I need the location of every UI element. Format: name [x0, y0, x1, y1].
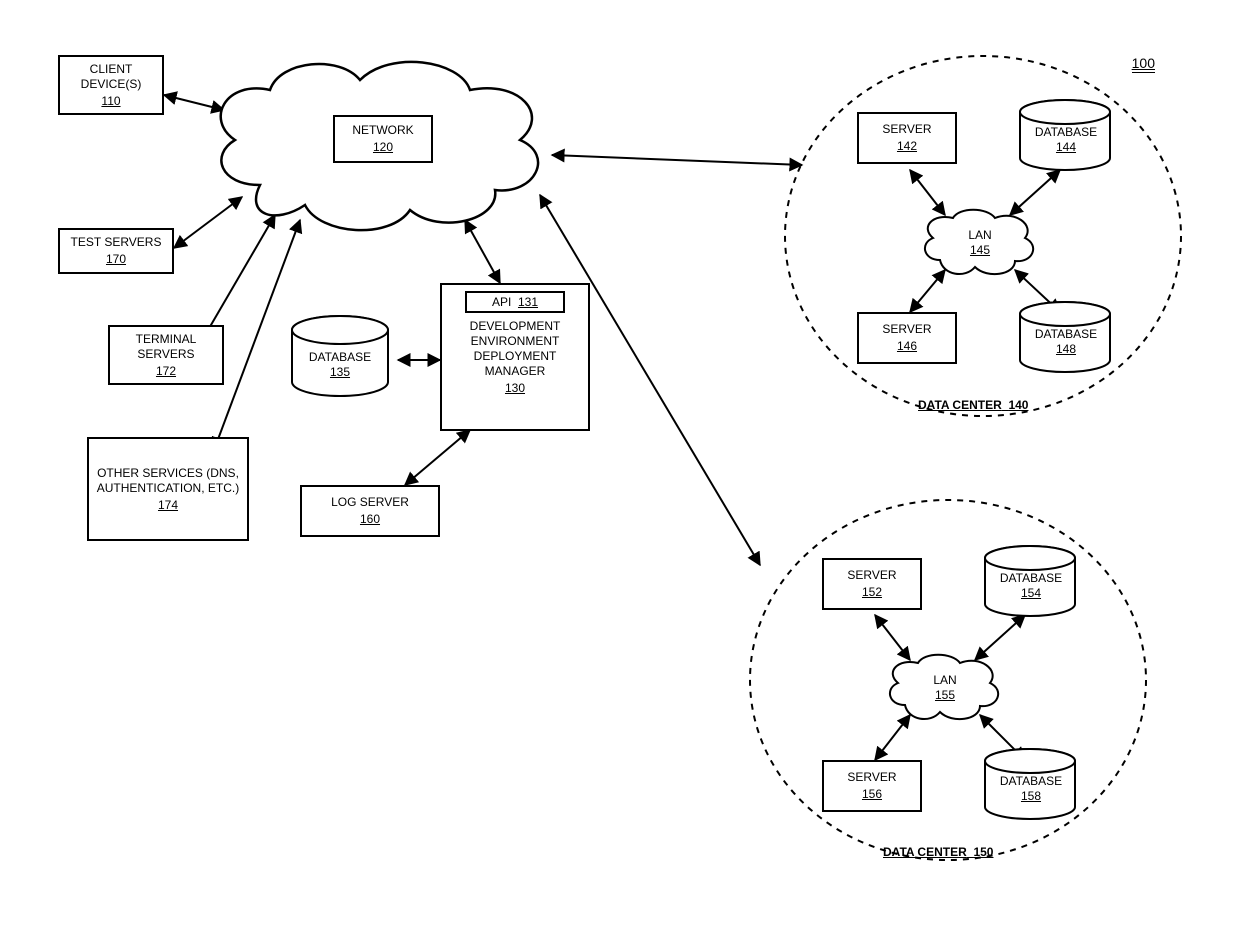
- dedm-label: DEVELOPMENT ENVIRONMENT DEPLOYMENT MANAG…: [450, 319, 580, 379]
- dc2-server-a-label: SERVER: [847, 568, 896, 583]
- api-box: API 131: [465, 291, 565, 313]
- network-num: 120: [373, 140, 393, 155]
- dc2-server-b-label: SERVER: [847, 770, 896, 785]
- test-servers-num: 170: [106, 252, 126, 267]
- dc2-lan-label-wrap: LAN 155: [920, 673, 970, 703]
- client-device-num: 110: [101, 94, 120, 109]
- dc2-db-a-label-wrap: DATABASE 154: [993, 571, 1069, 601]
- dedm-num: 130: [505, 381, 525, 396]
- dc1-db-a-num: 144: [1028, 140, 1104, 155]
- log-server-label: LOG SERVER: [331, 495, 409, 510]
- dc1-caption-label: DATA CENTER: [918, 398, 1002, 412]
- network-label-box: NETWORK 120: [333, 115, 433, 163]
- log-server-box: LOG SERVER 160: [300, 485, 440, 537]
- api-num: 131: [518, 295, 538, 309]
- dc2-db-b-label: DATABASE: [993, 774, 1069, 789]
- dc1-server-a-box: SERVER 142: [857, 112, 957, 164]
- client-device-label: CLIENT DEVICE(S): [66, 62, 156, 92]
- dc1-db-a-label: DATABASE: [1028, 125, 1104, 140]
- dc2-caption: DATA CENTER 150: [883, 845, 993, 859]
- dc1-server-a-label: SERVER: [882, 122, 931, 137]
- dc1-caption: DATA CENTER 140: [918, 398, 1028, 412]
- terminal-servers-num: 172: [156, 364, 176, 379]
- database-135-label-wrap: DATABASE 135: [300, 350, 380, 380]
- dc2-db-b-label-wrap: DATABASE 158: [993, 774, 1069, 804]
- dc2-server-a-num: 152: [862, 585, 882, 600]
- dc2-caption-num: 150: [973, 845, 993, 859]
- network-label: NETWORK: [352, 123, 413, 138]
- dc2-db-a-label: DATABASE: [993, 571, 1069, 586]
- api-label: API: [492, 295, 511, 309]
- dc2-caption-label: DATA CENTER: [883, 845, 967, 859]
- dc1-db-b-label-wrap: DATABASE 148: [1028, 327, 1104, 357]
- other-services-label: OTHER SERVICES (DNS, AUTHENTICATION, ETC…: [95, 466, 241, 496]
- dc2-server-a-box: SERVER 152: [822, 558, 922, 610]
- dc1-lan-label: LAN: [955, 228, 1005, 243]
- dc2-db-b-num: 158: [993, 789, 1069, 804]
- dc2-lan-num: 155: [920, 688, 970, 703]
- dc1-server-b-num: 146: [897, 339, 917, 354]
- dc1-lan-num: 145: [955, 243, 1005, 258]
- terminal-servers-box: TERMINAL SERVERS 172: [108, 325, 224, 385]
- other-services-num: 174: [158, 498, 178, 513]
- dc1-caption-num: 140: [1008, 398, 1028, 412]
- dc1-db-a-label-wrap: DATABASE 144: [1028, 125, 1104, 155]
- test-servers-box: TEST SERVERS 170: [58, 228, 174, 274]
- terminal-servers-label: TERMINAL SERVERS: [116, 332, 216, 362]
- dc1-server-b-box: SERVER 146: [857, 312, 957, 364]
- other-services-box: OTHER SERVICES (DNS, AUTHENTICATION, ETC…: [87, 437, 249, 541]
- diagram-canvas: NETWORK 120 CLIENT DEVICE(S) 110 TEST SE…: [0, 0, 1240, 929]
- dc2-lan-label: LAN: [920, 673, 970, 688]
- dc1-db-b-num: 148: [1028, 342, 1104, 357]
- dc2-db-a-num: 154: [993, 586, 1069, 601]
- api-inline: API 131: [492, 295, 538, 310]
- database-135-num: 135: [300, 365, 380, 380]
- dc2-server-b-num: 156: [862, 787, 882, 802]
- dc1-server-b-label: SERVER: [882, 322, 931, 337]
- dc1-server-a-num: 142: [897, 139, 917, 154]
- dedm-box: API 131 DEVELOPMENT ENVIRONMENT DEPLOYME…: [440, 283, 590, 431]
- dc1-lan-label-wrap: LAN 145: [955, 228, 1005, 258]
- test-servers-label: TEST SERVERS: [71, 235, 162, 250]
- dc2-server-b-box: SERVER 156: [822, 760, 922, 812]
- client-device-box: CLIENT DEVICE(S) 110: [58, 55, 164, 115]
- log-server-num: 160: [360, 512, 380, 527]
- database-135-label: DATABASE: [300, 350, 380, 365]
- dc1-db-b-label: DATABASE: [1028, 327, 1104, 342]
